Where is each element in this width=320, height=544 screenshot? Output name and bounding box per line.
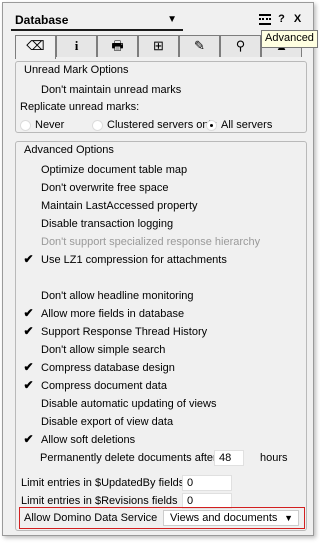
option-label: Don't allow simple search xyxy=(41,344,166,356)
checkbox[interactable] xyxy=(22,397,35,410)
checkbox[interactable] xyxy=(22,415,35,428)
option-label: Optimize document table map xyxy=(41,164,188,176)
checkbox[interactable] xyxy=(22,163,35,176)
group-title-advanced: Advanced Options xyxy=(24,144,114,156)
checkbox[interactable]: ✔ xyxy=(22,433,35,446)
checkbox[interactable]: ✔ xyxy=(22,307,35,320)
perm-delete-label: Permanently delete documents after xyxy=(40,452,217,464)
brush-icon: ✎ xyxy=(194,38,205,53)
help-button[interactable]: ? xyxy=(278,13,287,25)
option-label: Compress document data xyxy=(41,380,167,392)
option-label: Disable automatic updating of views xyxy=(41,398,217,410)
checkbox[interactable] xyxy=(22,217,35,230)
option-label: Don't maintain unread marks xyxy=(41,84,182,96)
tab-basics[interactable]: ⌫ xyxy=(15,35,56,59)
checkbox[interactable] xyxy=(22,83,35,96)
checkbox[interactable]: ✔ xyxy=(22,379,35,392)
option-label: Don't allow headline monitoring xyxy=(41,290,194,302)
tab-launch[interactable]: ✎ xyxy=(179,35,220,57)
menu-icon[interactable] xyxy=(259,13,271,25)
replicate-radio-group: Never Clustered servers only All servers xyxy=(20,117,304,133)
close-button[interactable]: X xyxy=(294,13,303,25)
radio-never[interactable]: Never xyxy=(20,117,64,133)
option-label: Compress database design xyxy=(41,362,175,374)
domino-data-service-label: Allow Domino Data Service xyxy=(24,512,158,524)
radio-button[interactable] xyxy=(20,119,31,131)
radio-label: All servers xyxy=(221,119,273,131)
unread-mark-options-group: Unread Mark Options Don't maintain unrea… xyxy=(15,61,307,133)
updatedby-limit-input[interactable]: 0 xyxy=(182,475,232,491)
perm-delete-unit: hours xyxy=(260,452,288,464)
database-properties-panel: Database ▼ ? X ⌫ i 🖶 ⊞ ✎ ⚲ ▲ Advanced Un… xyxy=(2,2,318,536)
checkbox[interactable] xyxy=(22,181,35,194)
chevron-down-icon: ▼ xyxy=(167,14,177,25)
radio-all-servers[interactable]: All servers xyxy=(206,117,272,133)
properties-type-label: Database xyxy=(15,13,69,27)
title-controls: ? X xyxy=(259,13,305,25)
checkbox[interactable] xyxy=(22,343,35,356)
tab-full-text[interactable]: ⚲ xyxy=(220,35,261,57)
radio-clustered-servers[interactable]: Clustered servers only xyxy=(92,117,216,133)
checkbox[interactable] xyxy=(22,199,35,212)
design-icon: ⊞ xyxy=(153,38,164,53)
checkbox xyxy=(22,235,35,248)
radio-label: Clustered servers only xyxy=(107,119,217,131)
option-label: Don't overwrite free space xyxy=(41,182,169,194)
properties-type-dropdown[interactable]: Database ▼ xyxy=(11,11,183,31)
perm-delete-hours-input[interactable]: 48 xyxy=(214,450,244,466)
option-label: Disable transaction logging xyxy=(41,218,174,230)
option-label: Support Response Thread History xyxy=(41,326,208,338)
radio-button-selected[interactable] xyxy=(206,119,217,131)
domino-data-service-dropdown[interactable]: Views and documents ▼ xyxy=(163,510,299,526)
option-label: Disable export of view data xyxy=(41,416,174,428)
search-icon: ⚲ xyxy=(235,38,246,53)
radio-label: Never xyxy=(35,119,65,131)
checkbox[interactable]: ✔ xyxy=(22,325,35,338)
option-label: Allow more fields in database xyxy=(41,308,185,320)
advanced-options-group: Advanced Options Optimize document table… xyxy=(15,141,307,531)
domino-data-service-row: Allow Domino Data Service Views and docu… xyxy=(19,507,305,529)
title-bar: Database ▼ ? X xyxy=(9,11,309,31)
printer-icon: 🖶 xyxy=(111,38,124,53)
checkbox[interactable]: ✔ xyxy=(22,253,35,266)
chevron-down-icon: ▼ xyxy=(284,513,293,523)
domino-data-service-value: Views and documents xyxy=(170,512,278,524)
option-label: Don't support specialized response hiera… xyxy=(41,236,261,248)
info-icon: i xyxy=(74,38,79,53)
tab-tooltip: Advanced xyxy=(261,30,318,48)
tab-printing[interactable]: 🖶 xyxy=(97,35,138,57)
tab-design[interactable]: ⊞ xyxy=(138,35,179,57)
eraser-icon: ⌫ xyxy=(26,38,45,53)
checkbox[interactable] xyxy=(22,289,35,302)
updatedby-limit-label: Limit entries in $UpdatedBy fields xyxy=(21,477,185,489)
option-label: Maintain LastAccessed property xyxy=(41,200,198,212)
option-label: Allow soft deletions xyxy=(41,434,136,446)
option-label: Use LZ1 compression for attachments xyxy=(41,254,227,266)
tab-info[interactable]: i xyxy=(56,35,97,57)
replicate-unread-label: Replicate unread marks: xyxy=(20,101,140,113)
checkbox[interactable]: ✔ xyxy=(22,361,35,374)
radio-button[interactable] xyxy=(92,119,103,131)
group-title-unread: Unread Mark Options xyxy=(24,64,129,76)
